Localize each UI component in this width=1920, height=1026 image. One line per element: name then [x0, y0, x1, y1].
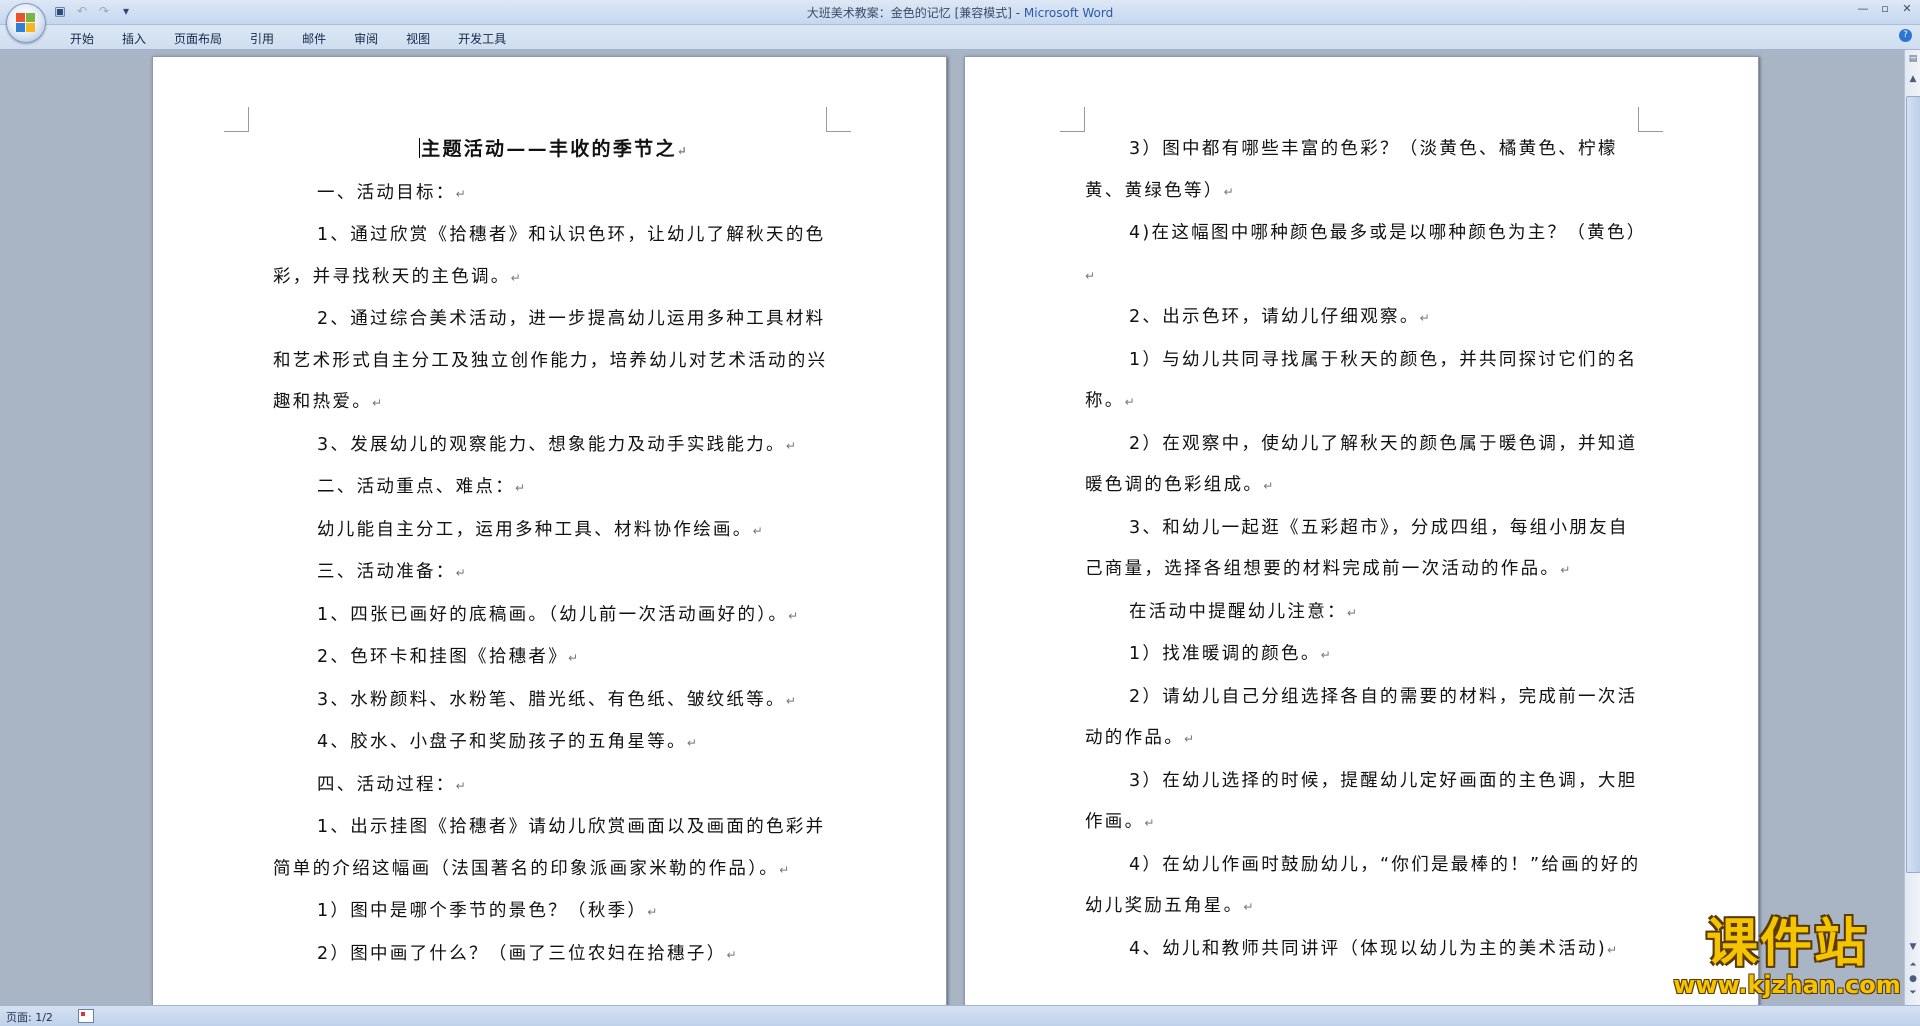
title-bar: ▣ ↶ ↷ ▾ 大班美术教案：金色的记忆 [兼容模式] - Microsoft …	[0, 0, 1920, 43]
document-title: 大班美术教案：金色的记忆 [兼容模式] -	[806, 6, 1024, 20]
close-icon[interactable]: ✕	[1900, 2, 1914, 15]
tab-review[interactable]: 审阅	[340, 30, 392, 47]
select-browse-object-icon[interactable]: ●	[1906, 972, 1920, 986]
text-cursor	[419, 138, 421, 158]
app-name: Microsoft Word	[1023, 6, 1114, 20]
paragraph: 二、活动重点、难点：↵	[317, 477, 526, 497]
macro-recording-icon[interactable]	[78, 1009, 94, 1023]
paragraph: 1）与幼儿共同寻找属于秋天的颜色，并共同探讨它们的名称。↵	[1085, 349, 1638, 412]
restore-icon[interactable]: ▫	[1878, 2, 1892, 15]
paragraph: 2、色环卡和挂图《拾穗者》↵	[317, 647, 579, 667]
paragraph: 1、四张已画好的底稿画。（幼儿前一次活动画好的）。↵	[317, 604, 799, 625]
watermark-logo: 课件站 www.kjzhan.com	[1672, 916, 1902, 998]
vertical-scrollbar[interactable]: ▤ ▲ ▼ ⏶ ● ⏷	[1904, 50, 1920, 1005]
minimize-icon[interactable]: —	[1856, 2, 1870, 15]
scroll-thumb[interactable]	[1906, 96, 1920, 873]
scroll-down-icon[interactable]: ▼	[1906, 940, 1920, 954]
page-2-text[interactable]: 3）图中都有哪些丰富的色彩？（淡黄色、橘黄色、柠檬黄、黄绿色等）↵ 4)在这幅图…	[1085, 129, 1645, 971]
page-1-text[interactable]: 主题活动——丰收的季节之↵ 一、活动目标：↵ 1、通过欣赏《拾穗者》和认识色环，…	[273, 129, 833, 976]
paragraph: 4、胶水、小盘子和奖励孩子的五角星等。↵	[317, 732, 697, 752]
document-page-1[interactable]: 主题活动——丰收的季节之↵ 一、活动目标：↵ 1、通过欣赏《拾穗者》和认识色环，…	[152, 56, 947, 1008]
paragraph: 4、幼儿和教师共同讲评（体现以幼儿为主的美术活动)↵	[1129, 938, 1618, 959]
ribbon-tab-bar: 开始 插入 页面布局 引用 邮件 审阅 视图 开发工具 ?	[0, 25, 1920, 50]
paragraph: 2、通过综合美术活动，进一步提高幼儿运用多种工具材料和艺术形式自主分工及独立创作…	[273, 309, 828, 412]
ribbon-tabs: 开始 插入 页面布局 引用 邮件 审阅 视图 开发工具	[56, 30, 520, 47]
window-controls: — ▫ ✕	[1856, 2, 1914, 15]
tab-insert[interactable]: 插入	[108, 30, 160, 47]
tab-mailings[interactable]: 邮件	[288, 30, 340, 47]
watermark-url: www.kjzhan.com	[1673, 971, 1901, 999]
paragraph: 在活动中提醒幼儿注意：↵	[1129, 601, 1357, 622]
paragraph: 2）图中画了什么？（画了三位农妇在拾穗子）↵	[317, 943, 737, 964]
paragraph: 4)在这幅图中哪种颜色最多或是以哪种颜色为主？（黄色）↵	[1085, 223, 1647, 283]
document-page-2[interactable]: 3）图中都有哪些丰富的色彩？（淡黄色、橘黄色、柠檬黄、黄绿色等）↵ 4)在这幅图…	[964, 56, 1759, 1008]
office-logo-icon	[16, 13, 36, 33]
tab-view[interactable]: 视图	[392, 30, 444, 47]
status-bar: 页面: 1/2	[0, 1005, 1920, 1026]
paragraph: 1、通过欣赏《拾穗者》和认识色环，让幼儿了解秋天的色彩，并寻找秋天的主色调。↵	[273, 225, 826, 287]
previous-page-icon[interactable]: ⏶	[1906, 958, 1920, 972]
page-counter[interactable]: 页面: 1/2	[6, 1009, 53, 1025]
paragraph: 1）找准暖调的颜色。↵	[1129, 644, 1331, 664]
margin-corner-mark	[224, 107, 249, 132]
window-title: 大班美术教案：金色的记忆 [兼容模式] - Microsoft Word	[0, 4, 1920, 21]
next-page-icon[interactable]: ⏷	[1906, 986, 1920, 1000]
ruler-toggle-icon[interactable]: ▤	[1906, 52, 1920, 66]
paragraph: 3）在幼儿选择的时候，提醒幼儿定好画面的主色调，大胆作画。↵	[1085, 770, 1638, 833]
help-icon[interactable]: ?	[1899, 29, 1912, 42]
document-title-heading: 主题活动——丰收的季节之↵	[419, 138, 687, 160]
paragraph: 2）请幼儿自己分组选择各自的需要的材料，完成前一次活动的作品。↵	[1085, 686, 1638, 749]
paragraph: 1、出示挂图《拾穗者》请幼儿欣赏画面以及画面的色彩并简单的介绍这幅画（法国著名的…	[273, 817, 826, 879]
office-button[interactable]	[6, 3, 46, 43]
margin-corner-mark	[1060, 107, 1085, 132]
tab-references[interactable]: 引用	[236, 30, 288, 47]
paragraph: 三、活动准备：↵	[317, 562, 466, 582]
paragraph: 一、活动目标：↵	[317, 182, 466, 203]
paragraph: 4）在幼儿作画时鼓励幼儿，“你们是最棒的！”给画的好的幼儿奖励五角星。↵	[1085, 854, 1641, 917]
paragraph: 3、发展幼儿的观察能力、想象能力及动手实践能力。↵	[317, 434, 796, 455]
scroll-up-icon[interactable]: ▲	[1906, 72, 1920, 86]
paragraph: 2、出示色环，请幼儿仔细观察。↵	[1129, 307, 1430, 327]
paragraph: 3、水粉颜料、水粉笔、腊光纸、有色纸、皱纹纸等。↵	[317, 689, 796, 710]
paragraph: 1）图中是哪个季节的景色？（秋季）↵	[317, 901, 658, 921]
paragraph: 四、活动过程：↵	[317, 774, 466, 795]
paragraph: 3）图中都有哪些丰富的色彩？（淡黄色、橘黄色、柠檬黄、黄绿色等）↵	[1085, 139, 1618, 201]
tab-home[interactable]: 开始	[56, 30, 108, 47]
paragraph: 3、和幼儿一起逛《五彩超市》，分成四组，每组小朋友自己商量，选择各组想要的材料完…	[1085, 517, 1629, 580]
watermark-title: 课件站	[1705, 914, 1868, 974]
tab-developer[interactable]: 开发工具	[444, 30, 520, 47]
tab-page-layout[interactable]: 页面布局	[160, 30, 236, 47]
paragraph: 2）在观察中，使幼儿了解秋天的颜色属于暖色调，并知道暖色调的色彩组成。↵	[1085, 433, 1638, 496]
paragraph: 幼儿能自主分工，运用多种工具、材料协作绘画。↵	[317, 519, 763, 540]
